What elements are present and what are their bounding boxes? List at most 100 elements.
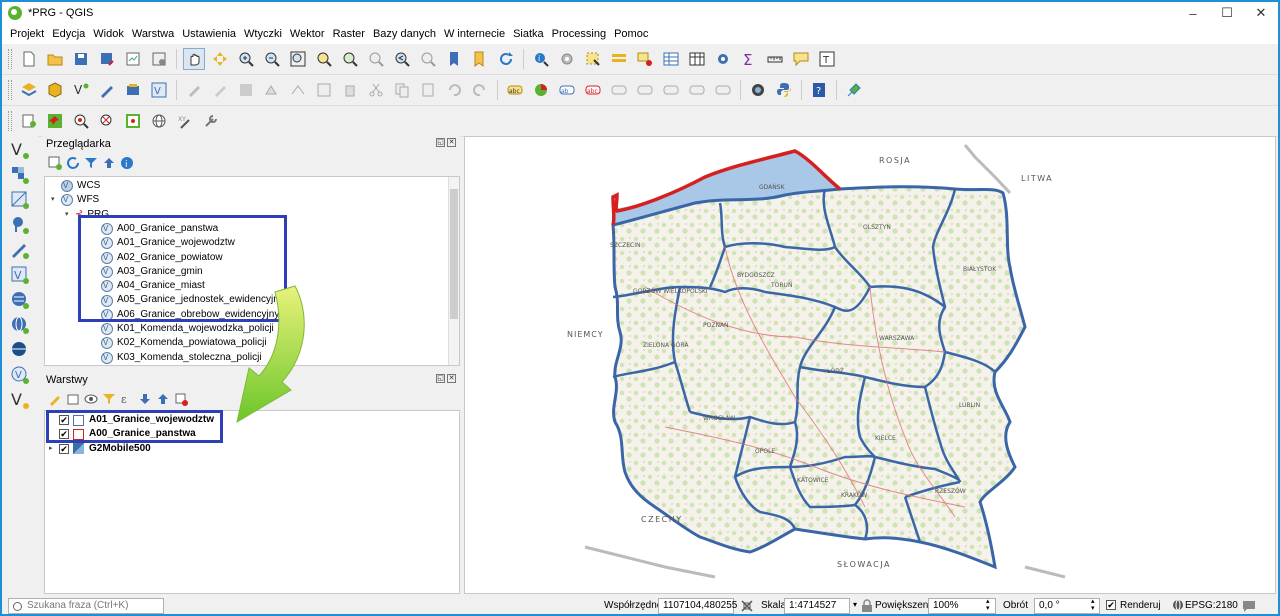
zoom-full-button[interactable] [287, 48, 309, 70]
map-canvas[interactable]: ROSJA LITWA NIEMCY CZECHY SŁOWACJA GDAŃSK OLSZ… [464, 136, 1276, 594]
rotate-label-button[interactable] [634, 79, 656, 101]
add-group-icon[interactable] [66, 392, 80, 406]
close-button[interactable]: ✕ [1244, 2, 1278, 24]
save-project-button[interactable] [70, 48, 92, 70]
save-as-button[interactable] [96, 48, 118, 70]
menu-ustawienia[interactable]: Ustawienia [178, 28, 240, 40]
change-label-button[interactable] [660, 79, 682, 101]
add-pin-button[interactable] [44, 110, 66, 132]
menu-warstwa[interactable]: Warstwa [128, 28, 178, 40]
lock-icon[interactable] [861, 599, 873, 612]
new-vector-button[interactable]: V [7, 389, 33, 411]
new-bookmark-button[interactable] [443, 48, 465, 70]
pan-to-selection-button[interactable] [209, 48, 231, 70]
modify-attributes-button[interactable] [313, 79, 335, 101]
manage-map-themes-icon[interactable] [84, 392, 98, 406]
help-button[interactable]: ? [808, 79, 830, 101]
zoom-to-selection-button[interactable] [313, 48, 335, 70]
quickmapservices-button[interactable] [747, 79, 769, 101]
wms-globe-button[interactable] [148, 110, 170, 132]
new-project-button[interactable] [18, 48, 40, 70]
zoom-last-button[interactable] [391, 48, 413, 70]
refresh-button[interactable] [495, 48, 517, 70]
add-raster-button[interactable] [7, 164, 33, 186]
expand-arrow-icon[interactable]: ▸ [49, 442, 59, 456]
map-tips-button[interactable] [790, 48, 812, 70]
select-features-button[interactable] [582, 48, 604, 70]
show-hide-labels-button[interactable]: abc [582, 79, 604, 101]
highlight-pinned-labels-button[interactable]: ab [556, 79, 578, 101]
zoom-in-button[interactable] [235, 48, 257, 70]
capture-point-button[interactable] [122, 110, 144, 132]
show-label-button[interactable] [712, 79, 734, 101]
messages-icon[interactable] [1242, 599, 1256, 613]
vertex-tool-button[interactable] [287, 79, 309, 101]
move-label-button[interactable] [608, 79, 630, 101]
plugin-button[interactable] [843, 79, 865, 101]
pan-map-button[interactable] [183, 48, 205, 70]
statistical-summary-button[interactable]: Σ [738, 48, 760, 70]
browser-item[interactable]: WCS [51, 179, 100, 193]
menu-bazy-danych[interactable]: Bazy danych [369, 28, 440, 40]
scale-dropdown-icon[interactable]: ▾ [853, 600, 857, 609]
filter-legend-icon[interactable] [102, 392, 116, 406]
tools-button[interactable] [200, 110, 222, 132]
menu-wtyczki[interactable]: Wtyczki [240, 28, 286, 40]
menu-siatka[interactable]: Siatka [509, 28, 548, 40]
cut-features-button[interactable] [365, 79, 387, 101]
expand-arrow-icon[interactable]: ▾ [65, 208, 75, 222]
locator-search-input[interactable]: Szukana fraza (Ctrl+K) [8, 598, 164, 614]
identify-features-button[interactable]: i [530, 48, 552, 70]
close-panel-button[interactable]: ✕ [447, 138, 456, 147]
filter-expression-icon[interactable]: ε [120, 392, 134, 406]
browser-scrollbar[interactable] [448, 177, 459, 365]
float-layers-panel-button[interactable]: ◱ [436, 374, 445, 383]
menu-raster[interactable]: Raster [329, 28, 369, 40]
remove-layer-icon[interactable] [174, 392, 188, 406]
add-postgis-button[interactable] [7, 214, 33, 236]
add-delimited-layer-button[interactable] [96, 79, 118, 101]
toggle-extents-icon[interactable] [740, 599, 754, 613]
layer-symbol-icon[interactable] [73, 443, 84, 455]
add-virtual-button[interactable]: V [7, 264, 33, 286]
add-virtual-layer-button[interactable]: V [148, 79, 170, 101]
expand-arrow-icon[interactable]: ▾ [51, 193, 61, 207]
processing-toolbox-button[interactable] [712, 48, 734, 70]
browser-item[interactable]: ▾ WFS [51, 193, 99, 207]
expand-all-icon[interactable] [138, 392, 152, 406]
collapse-all-icon[interactable] [102, 156, 116, 170]
refresh-icon[interactable] [66, 156, 80, 170]
layer-visibility-checkbox[interactable]: ✔ [59, 443, 69, 454]
zoom-point-button[interactable] [70, 110, 92, 132]
maximize-button[interactable]: ☐ [1210, 2, 1244, 24]
add-spatialite-button[interactable] [122, 79, 144, 101]
add-vector-layer-button[interactable] [44, 79, 66, 101]
magnifier-spin-icon[interactable]: ▴ ▾ [986, 598, 990, 612]
layer-row[interactable]: ▸ ✔ G2Mobile500 [49, 442, 151, 456]
menu-w-internecie[interactable]: W internecie [440, 28, 509, 40]
scale-field[interactable]: 1:4714527 [784, 598, 850, 614]
coordinate-capture-button[interactable]: XY [174, 110, 196, 132]
layer-labeling-button[interactable]: abc [504, 79, 526, 101]
python-console-button[interactable] [773, 79, 795, 101]
browser-scrollbar-thumb[interactable] [450, 189, 458, 319]
actions-button[interactable] [556, 48, 578, 70]
field-calculator-button[interactable] [686, 48, 708, 70]
menu-projekt[interactable]: Projekt [6, 28, 48, 40]
add-wfs-layer-button[interactable]: V [70, 79, 92, 101]
info-icon[interactable]: i [120, 156, 134, 170]
zoom-to-layer-button[interactable] [339, 48, 361, 70]
add-mesh-button[interactable] [7, 189, 33, 211]
add-wms-button[interactable] [7, 289, 33, 311]
collapse-all-layers-icon[interactable] [156, 392, 170, 406]
paste-features-button[interactable] [417, 79, 439, 101]
add-wcs-button[interactable] [7, 314, 33, 336]
zoom-out-button[interactable] [261, 48, 283, 70]
text-annotation-button[interactable]: T [816, 48, 838, 70]
measure-button[interactable] [764, 48, 786, 70]
coordinates-field[interactable]: 1107104,480255 [658, 598, 737, 614]
zoom-native-button[interactable] [365, 48, 387, 70]
close-layers-panel-button[interactable]: ✕ [447, 374, 456, 383]
menu-pomoc[interactable]: Pomoc [610, 28, 652, 40]
add-selected-icon[interactable] [48, 156, 62, 170]
